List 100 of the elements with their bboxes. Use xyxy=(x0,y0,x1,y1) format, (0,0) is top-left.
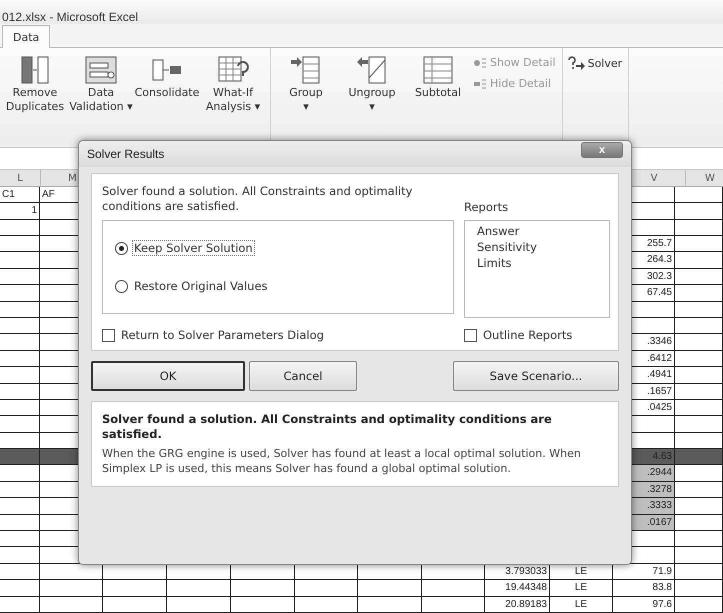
table-cell xyxy=(40,564,103,580)
table-cell xyxy=(0,400,40,416)
table-cell: 71.9 xyxy=(613,564,675,580)
info-heading: Solver found a solution. All Constraints and optimality conditions are satisfied. xyxy=(102,412,553,442)
ribbon-button-label[interactable]: Solver xyxy=(588,56,622,70)
dialog-button[interactable]: OK xyxy=(91,361,245,391)
table-cell xyxy=(675,498,723,515)
table-cell xyxy=(0,531,40,548)
checkbox[interactable] xyxy=(102,328,115,342)
table-cell xyxy=(231,580,295,597)
table-cell xyxy=(675,547,723,564)
table-cell xyxy=(675,367,723,384)
ribbon-tab[interactable]: Data xyxy=(2,25,50,48)
table-cell xyxy=(675,285,723,302)
radio-button[interactable] xyxy=(115,242,128,254)
ribbon-button-label[interactable]: Group xyxy=(289,86,323,100)
data-validation-icon xyxy=(84,54,118,86)
column-header[interactable]: W xyxy=(686,170,723,188)
checkbox-label[interactable]: Return to Solver Parameters Dialog xyxy=(121,328,324,342)
ribbon-button-label[interactable]: ▾ xyxy=(303,100,309,114)
subtotal-icon xyxy=(421,54,455,86)
table-cell xyxy=(40,580,103,597)
table-cell xyxy=(675,220,723,236)
checkbox[interactable] xyxy=(464,328,477,342)
reports-label: Reports xyxy=(464,200,510,214)
table-cell xyxy=(103,580,167,597)
table-cell xyxy=(675,302,723,318)
report-item[interactable]: Sensitivity xyxy=(477,239,597,255)
option-label[interactable]: Restore Original Values xyxy=(132,278,270,294)
table-cell xyxy=(0,547,40,564)
table-cell xyxy=(0,564,40,580)
table-cell xyxy=(0,268,40,286)
table-cell xyxy=(0,302,40,318)
table-cell xyxy=(358,580,422,597)
table-cell xyxy=(0,367,40,384)
ribbon-button-label[interactable]: Remove xyxy=(12,86,58,100)
dialog-button[interactable]: Cancel xyxy=(249,361,357,391)
hide-detail-icon xyxy=(473,78,487,90)
table-cell xyxy=(0,498,40,515)
checkbox-label[interactable]: Outline Reports xyxy=(483,328,572,342)
column-header[interactable]: L xyxy=(0,170,41,188)
ribbon-button-label[interactable]: Consolidate xyxy=(134,86,200,100)
report-item[interactable]: Answer xyxy=(477,223,597,239)
table-cell xyxy=(422,596,485,613)
table-cell: 1 xyxy=(0,203,40,220)
ribbon-button-label[interactable]: Data xyxy=(88,86,114,100)
ribbon-button-label[interactable]: Subtotal xyxy=(414,86,462,100)
table-cell xyxy=(0,384,40,400)
report-item[interactable]: Limits xyxy=(477,255,597,271)
table-cell xyxy=(295,596,358,613)
ribbon-button-label[interactable]: What-If xyxy=(213,86,253,100)
table-cell xyxy=(0,514,40,532)
reports-list[interactable]: Answer Sensitivity Limits xyxy=(464,220,610,318)
ribbon-button-label[interactable]: Duplicates xyxy=(6,100,64,114)
table-cell: 20.89183 xyxy=(485,596,550,613)
table-cell xyxy=(0,236,40,252)
table-cell xyxy=(675,186,723,204)
solver-icon xyxy=(566,56,585,70)
remove-duplicates-icon xyxy=(19,54,51,86)
table-cell xyxy=(0,252,40,269)
table-cell xyxy=(0,596,40,613)
table-cell xyxy=(675,252,723,269)
table-cell xyxy=(0,334,40,351)
table-cell xyxy=(675,465,723,482)
table-cell xyxy=(231,596,295,613)
ribbon-button-label[interactable]: Ungroup xyxy=(348,86,396,100)
table-cell xyxy=(675,203,723,220)
table-cell: C1 xyxy=(0,186,40,204)
table-cell xyxy=(0,285,40,302)
option-label[interactable]: Keep Solver Solution xyxy=(132,240,255,256)
table-cell xyxy=(675,318,723,334)
table-cell xyxy=(295,580,358,597)
dialog-button[interactable]: Save Scenario... xyxy=(453,361,619,391)
table-cell xyxy=(675,268,723,286)
ribbon-button-label[interactable]: Analysis ▾ xyxy=(206,100,260,114)
table-cell xyxy=(675,416,723,433)
ribbon-button-label[interactable]: ▾ xyxy=(369,100,375,114)
table-cell xyxy=(675,432,723,450)
table-cell xyxy=(675,384,723,400)
info-text: When the GRG engine is used, Solver has found at least a local optimal solution. When Simplex LP is used, this means Solver has found a global optimal solution. xyxy=(102,446,582,476)
table-cell xyxy=(0,318,40,334)
table-cell: 97.6 xyxy=(613,596,675,613)
table-cell xyxy=(675,482,723,498)
table-cell xyxy=(358,596,422,613)
ribbon-button-label[interactable]: Validation ▾ xyxy=(69,100,133,114)
table-cell: LE xyxy=(550,580,613,597)
table-cell xyxy=(675,350,723,368)
dialog-title: Solver Results xyxy=(87,147,164,161)
radio-button[interactable] xyxy=(115,280,128,292)
table-cell xyxy=(675,236,723,252)
table-cell xyxy=(0,580,40,597)
table-cell xyxy=(0,220,40,236)
table-cell xyxy=(675,531,723,548)
table-cell xyxy=(675,334,723,351)
table-cell xyxy=(675,564,723,580)
table-cell xyxy=(0,432,40,450)
result-message: Solver found a solution. All Constraints and optimality conditions are satisfied. xyxy=(102,184,414,214)
table-cell xyxy=(40,596,103,613)
table-cell xyxy=(0,465,40,482)
table-cell xyxy=(103,596,167,613)
